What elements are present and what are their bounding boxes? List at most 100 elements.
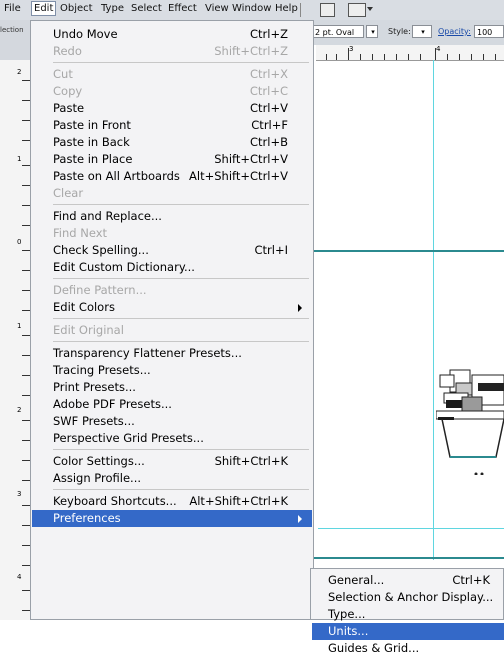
menu-item-perspective-grid-presets[interactable]: Perspective Grid Presets... xyxy=(32,430,312,447)
submenu-item-label: Selection & Anchor Display... xyxy=(328,590,494,604)
menu-item-label: Check Spelling... xyxy=(53,243,149,257)
submenu-item-label: Type... xyxy=(328,607,366,621)
stroke-profile-value[interactable]: 2 pt. Oval xyxy=(312,25,364,38)
menu-select[interactable]: Select xyxy=(131,3,162,14)
menu-item-undo-move[interactable]: Undo Move Ctrl+Z xyxy=(32,26,312,43)
ruler-number: 1 xyxy=(17,322,22,330)
menu-item-adobe-pdf-presets[interactable]: Adobe PDF Presets... xyxy=(32,396,312,413)
opacity-label[interactable]: Opacity: xyxy=(438,27,471,36)
menu-item-label: Paste in Front xyxy=(53,118,131,132)
menu-item-shortcut: Shift+Ctrl+Z xyxy=(214,44,288,58)
menu-item-shortcut: Ctrl+I xyxy=(254,243,289,257)
guide-vertical[interactable] xyxy=(433,60,434,560)
menu-item-label: Color Settings... xyxy=(53,454,145,468)
menu-item-label: Redo xyxy=(53,44,82,58)
menu-item-print-presets[interactable]: Print Presets... xyxy=(32,379,312,396)
menu-item-tracing-presets[interactable]: Tracing Presets... xyxy=(32,362,312,379)
menu-item-shortcut: Ctrl+X xyxy=(250,67,288,81)
menu-item-edit-custom-dictionary[interactable]: Edit Custom Dictionary... xyxy=(32,259,312,276)
menu-separator xyxy=(53,204,309,205)
artwork-drawing[interactable] xyxy=(436,345,504,475)
menu-edit[interactable]: Edit xyxy=(31,1,57,16)
menu-item-label: Perspective Grid Presets... xyxy=(53,431,204,445)
submenu-item-label: Units... xyxy=(328,624,369,638)
edit-menu: Undo Move Ctrl+Z Redo Shift+Ctrl+Z Cut Ctrl+X… xyxy=(30,20,314,620)
submenu-item-units[interactable]: Units... xyxy=(312,623,504,640)
selection-label: lection xyxy=(0,26,24,34)
menu-item-label: Clear xyxy=(53,186,84,200)
menu-window[interactable]: Window xyxy=(232,3,271,14)
menu-item-shortcut: Ctrl+V xyxy=(250,101,288,115)
menu-item-paste-on-all-artboards[interactable]: Paste on All Artboards Alt+Shift+Ctrl+V xyxy=(32,168,312,185)
menu-item-copy: Copy Ctrl+C xyxy=(32,83,312,100)
menu-item-edit-original: Edit Original xyxy=(32,322,312,339)
menu-item-label: Find Next xyxy=(53,226,108,240)
chevron-down-icon[interactable] xyxy=(367,7,373,11)
menu-object[interactable]: Object xyxy=(60,3,93,14)
style-dropdown[interactable]: ▾ xyxy=(412,25,432,38)
menu-separator xyxy=(53,278,309,279)
menu-help[interactable]: Help xyxy=(275,3,298,14)
menu-item-label: Tracing Presets... xyxy=(53,363,151,377)
menu-file[interactable]: File xyxy=(4,3,21,14)
menu-effect[interactable]: Effect xyxy=(168,3,197,14)
menu-item-label: Keyboard Shortcuts... xyxy=(53,494,177,508)
menu-item-swf-presets[interactable]: SWF Presets... xyxy=(32,413,312,430)
menu-item-assign-profile[interactable]: Assign Profile... xyxy=(32,470,312,487)
menu-item-label: Define Pattern... xyxy=(53,283,147,297)
guide-horizontal[interactable] xyxy=(314,250,504,252)
opacity-input[interactable]: 100 xyxy=(474,25,504,38)
menu-separator xyxy=(53,341,309,342)
menu-item-paste-in-back[interactable]: Paste in Back Ctrl+B xyxy=(32,134,312,151)
horizontal-ruler: 3 4 xyxy=(316,45,504,61)
menu-item-label: Assign Profile... xyxy=(53,471,142,485)
menu-item-preferences[interactable]: Preferences xyxy=(32,510,312,527)
menu-item-shortcut: Alt+Shift+Ctrl+V xyxy=(189,169,288,183)
menu-item-keyboard-shortcuts[interactable]: Keyboard Shortcuts... Alt+Shift+Ctrl+K xyxy=(32,493,312,510)
submenu-item-type[interactable]: Type... xyxy=(312,606,504,623)
submenu-item-shortcut: Ctrl+K xyxy=(452,573,490,587)
menu-item-label: Transparency Flattener Presets... xyxy=(53,346,242,360)
menu-item-color-settings[interactable]: Color Settings... Shift+Ctrl+K xyxy=(32,453,312,470)
menu-item-label: Find and Replace... xyxy=(53,209,162,223)
menu-item-find-next: Find Next xyxy=(32,225,312,242)
ruler-number: 4 xyxy=(436,45,441,53)
submenu-item-label: General... xyxy=(328,573,385,587)
menu-item-cut: Cut Ctrl+X xyxy=(32,66,312,83)
menu-item-label: Cut xyxy=(53,67,73,81)
menu-item-label: Adobe PDF Presets... xyxy=(53,397,172,411)
menu-item-shortcut: Shift+Ctrl+V xyxy=(214,152,288,166)
menu-separator xyxy=(53,318,309,319)
menu-item-shortcut: Ctrl+F xyxy=(251,118,288,132)
bridge-icon[interactable] xyxy=(320,3,335,17)
submenu-item-label: Guides & Grid... xyxy=(328,641,420,655)
preferences-submenu: General... Ctrl+K Selection & Anchor Displ… xyxy=(310,568,504,655)
menu-item-paste-in-place[interactable]: Paste in Place Shift+Ctrl+V xyxy=(32,151,312,168)
control-bar: 2 pt. Oval ▾ Style: ▾ Opacity: 100 xyxy=(308,20,504,45)
menu-item-find-and-replace[interactable]: Find and Replace... xyxy=(32,208,312,225)
menu-item-transparency-flattener-presets[interactable]: Transparency Flattener Presets... xyxy=(32,345,312,362)
menu-item-paste-in-front[interactable]: Paste in Front Ctrl+F xyxy=(32,117,312,134)
menu-item-label: Paste xyxy=(53,101,85,115)
menu-item-label: Copy xyxy=(53,84,83,98)
menu-item-clear: Clear xyxy=(32,185,312,202)
submenu-item-general[interactable]: General... Ctrl+K xyxy=(312,572,504,589)
arrange-documents-icon[interactable] xyxy=(348,3,366,17)
menu-item-label: Paste on All Artboards xyxy=(53,169,180,183)
submenu-item-guides-grid[interactable]: Guides & Grid... xyxy=(312,640,504,657)
menu-item-edit-colors[interactable]: Edit Colors xyxy=(32,299,312,316)
menu-item-redo: Redo Shift+Ctrl+Z xyxy=(32,43,312,60)
ruler-number: 3 xyxy=(17,490,22,498)
menu-item-check-spelling[interactable]: Check Spelling... Ctrl+I xyxy=(32,242,312,259)
submenu-item-selection-anchor-display[interactable]: Selection & Anchor Display... xyxy=(312,589,504,606)
menu-item-label: Undo Move xyxy=(53,27,118,41)
vertical-ruler: 2 1 0 1 2 3 4 xyxy=(0,60,31,620)
menu-view[interactable]: View xyxy=(205,3,229,14)
menu-item-shortcut: Alt+Shift+Ctrl+K xyxy=(189,494,288,508)
menu-item-paste[interactable]: Paste Ctrl+V xyxy=(32,100,312,117)
menu-item-shortcut: Ctrl+Z xyxy=(250,27,288,41)
menu-item-label: Paste in Back xyxy=(53,135,130,149)
chevron-down-icon[interactable]: ▾ xyxy=(366,25,378,38)
ruler-number: 0 xyxy=(17,238,22,246)
menu-type[interactable]: Type xyxy=(101,3,124,14)
